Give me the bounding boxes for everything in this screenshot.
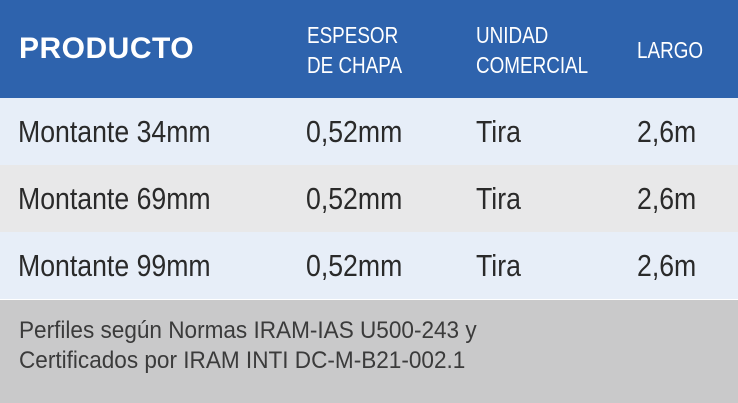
cell-unidad: Tira <box>476 114 521 149</box>
table-row: Montante 69mm 0,52mm Tira 2,6m <box>0 165 738 232</box>
cell-espesor: 0,52mm <box>306 114 403 149</box>
footer-line2: Certificados por IRAM INTI DC-M-B21-002.… <box>19 347 466 374</box>
table-header: PRODUCTO ESPESOR DE CHAPA UNIDAD COMERCI… <box>0 0 738 98</box>
cell-producto: Montante 69mm <box>18 181 211 216</box>
header-largo: LARGO <box>637 37 704 63</box>
table-row: Montante 99mm 0,52mm Tira 2,6m <box>0 232 738 299</box>
cell-unidad: Tira <box>476 248 521 283</box>
cell-unidad: Tira <box>476 181 521 216</box>
table-row: Montante 34mm 0,52mm Tira 2,6m <box>0 98 738 165</box>
cell-largo: 2,6m <box>637 114 697 149</box>
footer-line1: Perfiles según Normas IRAM-IAS U500-243 … <box>19 317 477 344</box>
header-espesor: ESPESOR DE CHAPA <box>307 20 402 80</box>
header-unidad-line2: COMERCIAL <box>476 52 589 78</box>
cell-espesor: 0,52mm <box>306 181 403 216</box>
certification-note: Perfiles según Normas IRAM-IAS U500-243 … <box>19 316 477 376</box>
cell-largo: 2,6m <box>637 181 697 216</box>
cell-largo: 2,6m <box>637 248 697 283</box>
product-spec-table: PRODUCTO ESPESOR DE CHAPA UNIDAD COMERCI… <box>0 0 738 403</box>
cell-producto: Montante 34mm <box>18 114 211 149</box>
cell-producto: Montante 99mm <box>18 248 211 283</box>
header-espesor-line2: DE CHAPA <box>307 52 403 78</box>
cell-espesor: 0,52mm <box>306 248 403 283</box>
table-footer: Perfiles según Normas IRAM-IAS U500-243 … <box>0 300 738 403</box>
header-unidad-line1: UNIDAD <box>476 22 549 48</box>
header-unidad: UNIDAD COMERCIAL <box>476 20 588 80</box>
header-espesor-line1: ESPESOR <box>307 22 399 48</box>
header-producto: PRODUCTO <box>19 32 195 65</box>
